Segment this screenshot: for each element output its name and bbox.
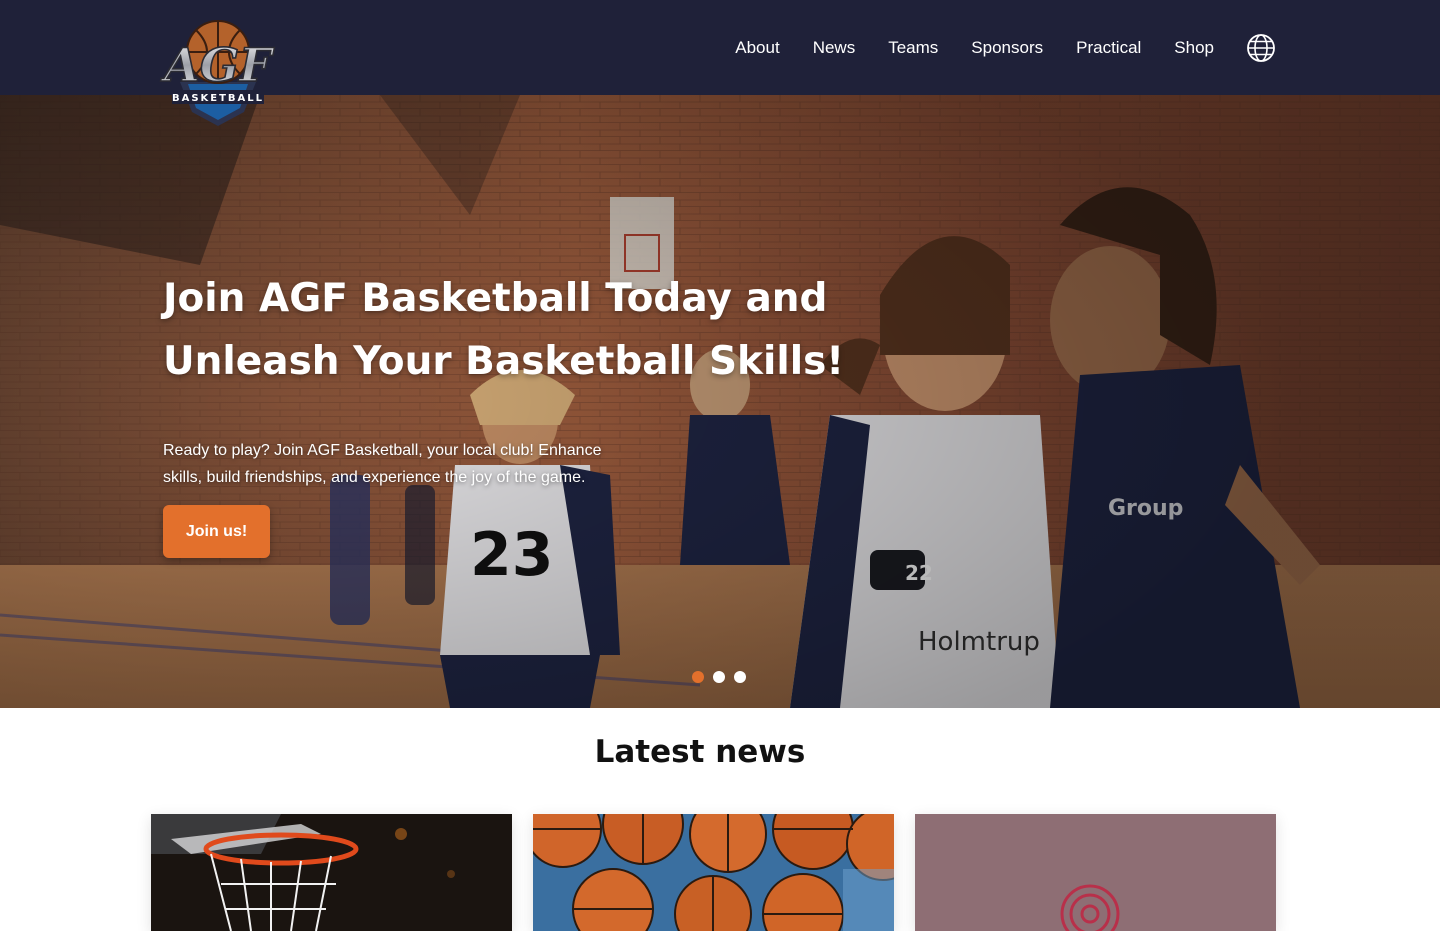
hero-carousel: 23 22 Holmtrup Group Join AGF Basketball… — [0, 95, 1440, 708]
club-logo-placeholder-icon — [1060, 884, 1120, 931]
hero-text: Join AGF Basketball Today and Unleash Yo… — [163, 267, 863, 491]
basketball-hoop-image — [151, 814, 512, 931]
svg-text:BASKETBALL: BASKETBALL — [172, 93, 264, 104]
carousel-dot-1[interactable] — [692, 671, 704, 683]
nav-about[interactable]: About — [735, 38, 779, 58]
nav-shop[interactable]: Shop — [1174, 38, 1214, 58]
main-nav: About News Teams Sponsors Practical Shop — [702, 0, 1276, 95]
news-card-3[interactable] — [915, 814, 1276, 931]
svg-text:AGF: AGF — [160, 38, 275, 92]
nav-teams[interactable]: Teams — [888, 38, 938, 58]
nav-sponsors[interactable]: Sponsors — [971, 38, 1043, 58]
hero-subtitle: Ready to play? Join AGF Basketball, your… — [163, 442, 602, 486]
carousel-dot-2[interactable] — [713, 671, 725, 683]
join-us-button[interactable]: Join us! — [163, 505, 270, 558]
globe-icon[interactable] — [1246, 33, 1276, 63]
hero-title: Join AGF Basketball Today and Unleash Yo… — [163, 276, 845, 384]
agf-logo[interactable]: AGF BASKETBALL — [148, 14, 288, 128]
news-card-2[interactable] — [533, 814, 894, 931]
carousel-dots — [692, 671, 746, 683]
news-card-1[interactable] — [151, 814, 512, 931]
latest-news-heading: Latest news — [594, 734, 806, 770]
nav-news[interactable]: News — [813, 38, 856, 58]
basketballs-image — [533, 814, 894, 931]
nav-practical[interactable]: Practical — [1076, 38, 1141, 58]
carousel-dot-3[interactable] — [734, 671, 746, 683]
